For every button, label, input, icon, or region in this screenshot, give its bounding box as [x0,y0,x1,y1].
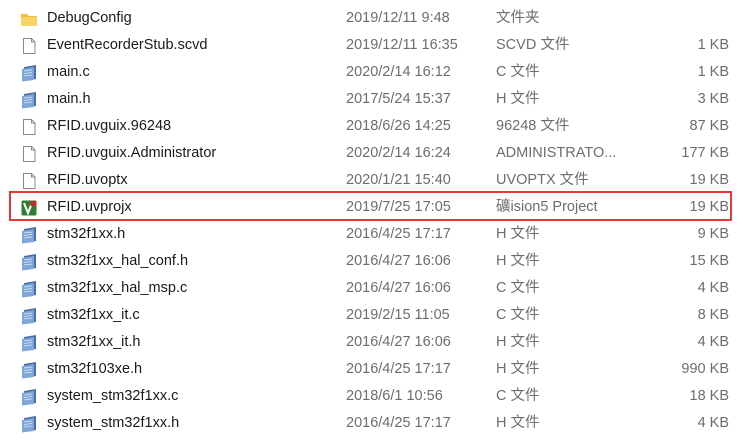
file-type: SCVD 文件 [496,37,570,53]
file-date: 2016/4/25 17:17 [346,226,451,242]
file-type: H 文件 [496,415,540,431]
file-date: 2016/4/27 16:06 [346,253,451,269]
blank-file-icon [20,37,38,55]
source-file-icon [20,280,38,298]
file-date: 2018/6/1 10:56 [346,388,443,404]
file-type: H 文件 [496,334,540,350]
source-file-icon [20,388,38,406]
source-file-icon [20,415,38,433]
file-row-stm32f103xe-h[interactable]: stm32f103xe.h 2016/4/25 17:17 H 文件 990 K… [0,356,743,383]
folder-icon [20,10,38,28]
file-date: 2016/4/25 17:17 [346,415,451,431]
file-size: 87 KB [689,118,730,134]
file-size: 4 KB [697,334,729,350]
file-name: DebugConfig [47,10,132,26]
blank-file-icon [20,172,38,190]
file-row-it-h[interactable]: stm32f1xx_it.h 2016/4/27 16:06 H 文件 4 KB [0,329,743,356]
file-size: 990 KB [681,361,729,377]
file-size: 177 KB [681,145,729,161]
keil-project-icon [20,199,38,217]
file-size: 1 KB [697,37,729,53]
file-name: system_stm32f1xx.h [47,415,180,431]
file-name: EventRecorderStub.scvd [47,37,208,53]
file-row-hal-msp[interactable]: stm32f1xx_hal_msp.c 2016/4/27 16:06 C 文件… [0,275,743,302]
file-type: C 文件 [496,388,540,404]
file-date: 2019/2/15 11:05 [346,307,450,323]
file-name: stm32f1xx_it.h [47,334,141,350]
file-row-main-h[interactable]: main.h 2017/5/24 15:37 H 文件 3 KB [0,86,743,113]
file-row-it-c[interactable]: stm32f1xx_it.c 2019/2/15 11:05 C 文件 8 KB [0,302,743,329]
file-name: RFID.uvguix.Administrator [47,145,217,161]
file-size: 3 KB [697,91,729,107]
file-date: 2020/1/21 15:40 [346,172,451,188]
source-file-icon [20,64,38,82]
file-type: 礦ision5 Project [496,199,598,215]
file-type: H 文件 [496,226,540,242]
file-name: system_stm32f1xx.c [47,388,179,404]
file-name: stm32f103xe.h [47,361,143,377]
file-row-system-c[interactable]: system_stm32f1xx.c 2018/6/1 10:56 C 文件 1… [0,383,743,410]
file-date: 2016/4/25 17:17 [346,361,451,377]
source-file-icon [20,226,38,244]
file-row-main-c[interactable]: main.c 2020/2/14 16:12 C 文件 1 KB [0,59,743,86]
file-name: stm32f1xx.h [47,226,126,242]
file-row-uvguix-administrator[interactable]: RFID.uvguix.Administrator 2020/2/14 16:2… [0,140,743,167]
file-size: 1 KB [697,64,729,80]
source-file-icon [20,361,38,379]
file-name: main.c [47,64,90,80]
file-row-stm32f1xx-h[interactable]: stm32f1xx.h 2016/4/25 17:17 H 文件 9 KB [0,221,743,248]
file-name: RFID.uvoptx [47,172,128,188]
file-type: ADMINISTRATO... [496,145,617,161]
file-size: 4 KB [697,415,729,431]
file-size: 19 KB [689,172,730,188]
file-type: H 文件 [496,253,540,269]
source-file-icon [20,334,38,352]
blank-file-icon [20,145,38,163]
file-size: 4 KB [697,280,729,296]
file-type: UVOPTX 文件 [496,172,589,188]
file-date: 2016/4/27 16:06 [346,334,451,350]
file-row-system-h[interactable]: system_stm32f1xx.h 2016/4/25 17:17 H 文件 … [0,410,743,437]
file-row-uvguix-96248[interactable]: RFID.uvguix.96248 2018/6/26 14:25 96248 … [0,113,743,140]
file-name: stm32f1xx_it.c [47,307,140,323]
file-type: C 文件 [496,307,540,323]
file-name: RFID.uvguix.96248 [47,118,172,134]
file-date: 2018/6/26 14:25 [346,118,451,134]
file-date: 2020/2/14 16:24 [346,145,451,161]
file-row-debugconfig[interactable]: DebugConfig 2019/12/11 9:48 文件夹 [0,5,743,32]
source-file-icon [20,307,38,325]
file-date: 2017/5/24 15:37 [346,91,451,107]
file-size: 15 KB [689,253,730,269]
file-name: stm32f1xx_hal_msp.c [47,280,188,296]
file-list: DebugConfig 2019/12/11 9:48 文件夹 EventRec… [0,5,743,437]
file-name: RFID.uvprojx [47,199,132,215]
file-date: 2016/4/27 16:06 [346,280,451,296]
file-date: 2019/12/11 9:48 [346,10,450,26]
file-size: 8 KB [697,307,729,323]
file-type: H 文件 [496,91,540,107]
file-size: 9 KB [697,226,729,242]
file-row-uvprojx[interactable]: RFID.uvprojx 2019/7/25 17:05 礦ision5 Pro… [0,194,743,221]
file-type: C 文件 [496,64,540,80]
file-row-hal-conf[interactable]: stm32f1xx_hal_conf.h 2016/4/27 16:06 H 文… [0,248,743,275]
file-date: 2019/7/25 17:05 [346,199,451,215]
file-type: 文件夹 [496,10,540,26]
file-row-uvoptx[interactable]: RFID.uvoptx 2020/1/21 15:40 UVOPTX 文件 19… [0,167,743,194]
file-name: stm32f1xx_hal_conf.h [47,253,189,269]
file-type: 96248 文件 [496,118,570,134]
file-type: H 文件 [496,361,540,377]
source-file-icon [20,91,38,109]
file-row-eventrecorderstub[interactable]: EventRecorderStub.scvd 2019/12/11 16:35 … [0,32,743,59]
file-date: 2020/2/14 16:12 [346,64,451,80]
file-type: C 文件 [496,280,540,296]
source-file-icon [20,253,38,271]
file-date: 2019/12/11 16:35 [346,37,458,53]
file-name: main.h [47,91,91,107]
file-size: 19 KB [689,199,730,215]
file-size: 18 KB [689,388,730,404]
blank-file-icon [20,118,38,136]
